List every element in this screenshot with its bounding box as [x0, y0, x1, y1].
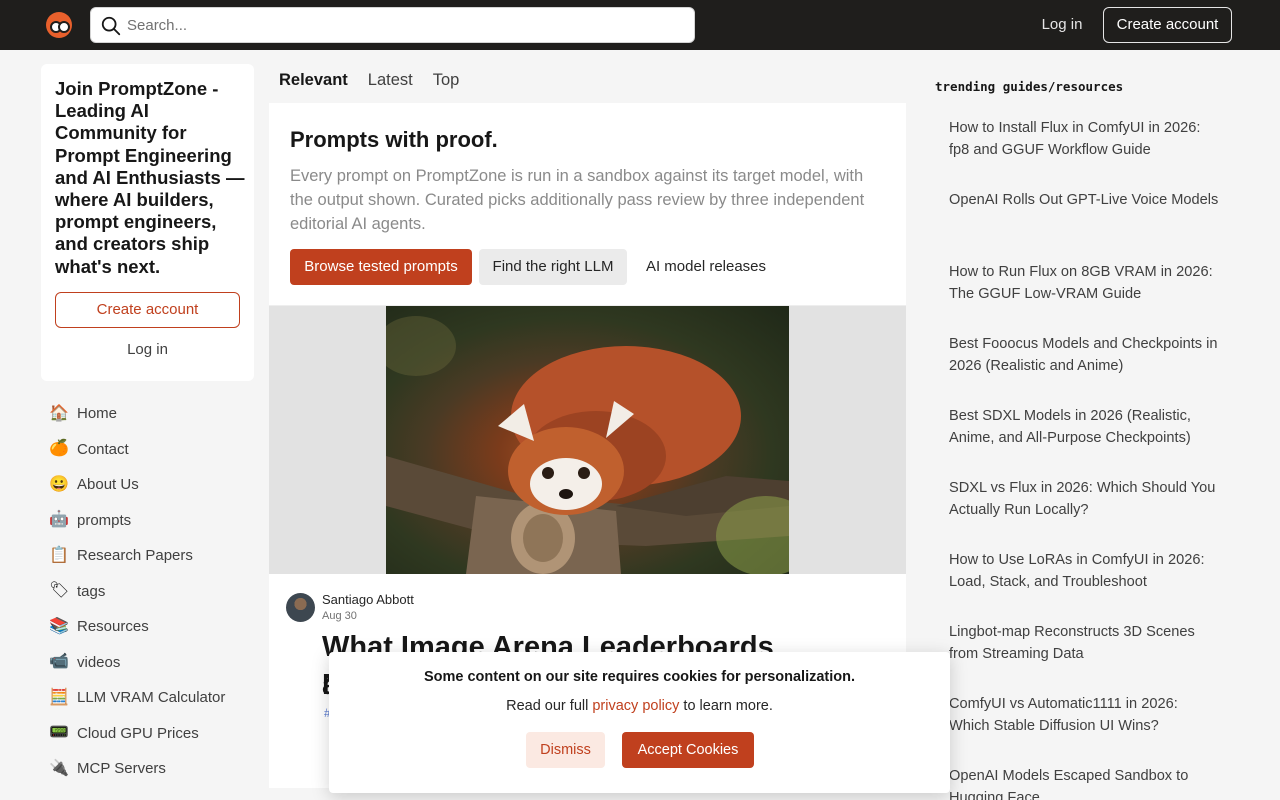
cookie-text: Read our full privacy policy to learn mo…	[329, 698, 950, 714]
cookie-consent-banner: Some content on our site requires cookie…	[329, 652, 950, 793]
sidebar-item-label: videos	[77, 653, 121, 671]
sidebar-item-label: tags	[77, 582, 106, 600]
sidebar-item-label: LLM VRAM Calculator	[77, 689, 226, 707]
trending-item[interactable]: Lingbot-map Reconstructs 3D Scenes from …	[935, 616, 1235, 688]
header-login-link[interactable]: Log in	[1032, 8, 1092, 42]
sidebar-item-label: About Us	[77, 476, 139, 494]
cookie-text-suffix: to learn more.	[679, 698, 773, 714]
tab-latest[interactable]: Latest	[358, 64, 423, 96]
dismiss-cookies-button[interactable]: Dismiss	[526, 732, 605, 768]
red-panda-illustration	[386, 316, 789, 574]
trending-item[interactable]: How to Install Flux in ComfyUI in 2026: …	[935, 112, 1235, 184]
header-create-account-button[interactable]: Create account	[1103, 7, 1232, 43]
sidebar-item-about-us[interactable]: 😀 About Us	[41, 467, 254, 503]
nav-emoji-icon: 📟	[49, 724, 69, 742]
join-card-title: Join PromptZone - Leading AI Community f…	[55, 78, 245, 277]
promptzone-logo[interactable]	[46, 12, 72, 38]
hero-banner: Prompts with proof. Every prompt on Prom…	[269, 103, 906, 305]
nav-emoji-icon: 🏷	[49, 582, 70, 600]
feed-tabs: Relevant Latest Top	[269, 64, 469, 96]
cookie-text-prefix: Read our full	[506, 698, 593, 714]
sidebar-item-videos[interactable]: 📹 videos	[41, 645, 254, 681]
sidebar-item-home[interactable]: 🏠 Home	[41, 396, 254, 432]
find-right-llm-button[interactable]: Find the right LLM	[479, 249, 627, 285]
article-cover-image[interactable]	[386, 306, 789, 574]
nav-emoji-icon: 🍊	[49, 440, 69, 458]
nav-emoji-icon: 🧮	[49, 688, 69, 706]
nav-emoji-icon: 😀	[49, 475, 69, 493]
hero-title: Prompts with proof.	[290, 127, 498, 152]
sidebar-item-label: Research Papers	[77, 547, 193, 565]
sidebar-item-contact[interactable]: 🍊 Contact	[41, 432, 254, 468]
sidebar-item-label: Resources	[77, 618, 149, 636]
nav-emoji-icon: 📹	[49, 653, 69, 671]
sidebar-item-prompts[interactable]: 🤖 prompts	[41, 503, 254, 539]
accept-cookies-button[interactable]: Accept Cookies	[622, 732, 754, 768]
sidebar-item-label: Cloud GPU Prices	[77, 724, 199, 742]
nav-emoji-icon: 🤖	[49, 511, 69, 529]
sidebar-item-llm-vram-calculator[interactable]: 🧮 LLM VRAM Calculator	[41, 680, 254, 716]
sidebar-item-label: MCP Servers	[77, 760, 166, 778]
nav-emoji-icon: 🏠	[49, 404, 69, 422]
ai-model-releases-link[interactable]: AI model releases	[636, 249, 776, 285]
sidebar-item-label: Contact	[77, 440, 129, 458]
sidebar-nav: 🏠 Home 🍊 Contact 😀 About Us 🤖 prompts 📋 Research …	[41, 396, 254, 787]
trending-item[interactable]: Best Fooocus Models and Checkpoints in 2…	[935, 328, 1235, 400]
trending-list: How to Install Flux in ComfyUI in 2026: …	[935, 112, 1235, 800]
tab-top[interactable]: Top	[423, 64, 470, 96]
join-community-card: Join PromptZone - Leading AI Community f…	[41, 64, 254, 381]
article-date: Aug 30	[322, 610, 357, 622]
search-box[interactable]	[90, 7, 695, 43]
author-avatar[interactable]	[286, 593, 315, 622]
nav-emoji-icon: 📚	[49, 617, 69, 635]
sidebar-item-label: Home	[77, 405, 118, 423]
tab-relevant[interactable]: Relevant	[269, 64, 358, 96]
join-login-link[interactable]: Log in	[55, 339, 240, 361]
nav-emoji-icon: 🔌	[49, 759, 69, 777]
join-create-account-button[interactable]: Create account	[55, 292, 240, 328]
sidebar-item-cloud-gpu-prices[interactable]: 📟 Cloud GPU Prices	[41, 716, 254, 752]
cookie-title: Some content on our site requires cookie…	[423, 669, 856, 685]
trending-section-title: trending guides/resources	[935, 79, 1124, 94]
search-input[interactable]	[127, 12, 687, 38]
article-author[interactable]: Santiago Abbott	[322, 592, 414, 607]
sidebar-item-label: prompts	[77, 511, 132, 529]
sidebar-item-resources[interactable]: 📚 Resources	[41, 609, 254, 645]
trending-item[interactable]: SDXL vs Flux in 2026: Which Should You A…	[935, 472, 1235, 544]
top-header: Log in Create account	[0, 0, 1280, 50]
trending-item[interactable]: OpenAI Rolls Out GPT-Live Voice Models	[935, 184, 1235, 256]
hero-description: Every prompt on PromptZone is run in a s…	[290, 167, 865, 233]
trending-item[interactable]: ComfyUI vs Automatic1111 in 2026: Which …	[935, 688, 1235, 760]
sidebar-item-mcp-servers[interactable]: 🔌 MCP Servers	[41, 751, 254, 787]
trending-item[interactable]: Best SDXL Models in 2026 (Realistic, Ani…	[935, 400, 1235, 472]
privacy-policy-link[interactable]: privacy policy	[592, 698, 679, 714]
trending-item[interactable]: OpenAI Models Escaped Sandbox to Hugging…	[935, 760, 1235, 800]
trending-item[interactable]: How to Use LoRAs in ComfyUI in 2026: Loa…	[935, 544, 1235, 616]
browse-tested-prompts-button[interactable]: Browse tested prompts	[290, 249, 472, 285]
nav-emoji-icon: 📋	[49, 546, 69, 564]
sidebar-item-tags[interactable]: 🏷 tags	[41, 574, 254, 610]
trending-item[interactable]: How to Run Flux on 8GB VRAM in 2026: The…	[935, 256, 1235, 328]
search-icon	[101, 16, 121, 36]
sidebar-item-research-papers[interactable]: 📋 Research Papers	[41, 538, 254, 574]
